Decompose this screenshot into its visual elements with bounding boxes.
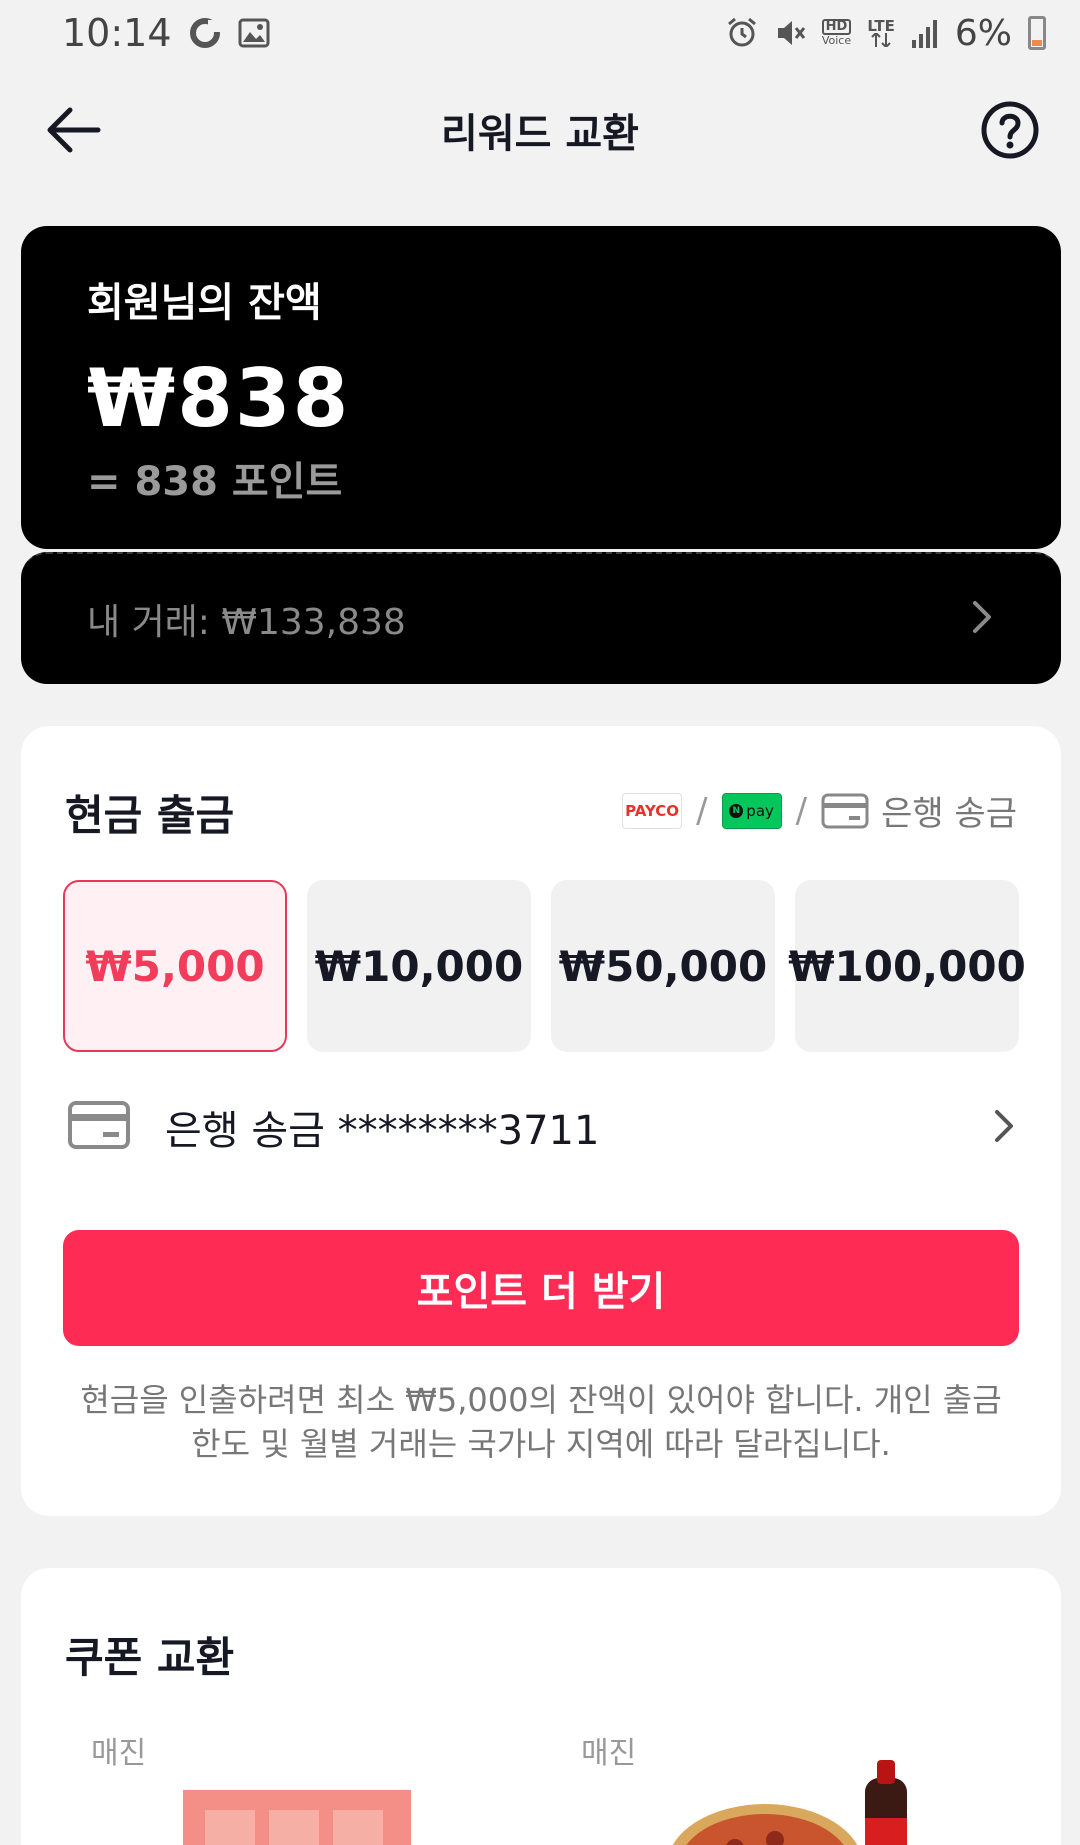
withdraw-methods: PAYCO / Npay / 은행 송금 <box>622 786 1017 835</box>
amount-option-5000[interactable]: ₩5,000 <box>63 880 287 1052</box>
sold-out-badge: 매진 <box>91 1736 147 1771</box>
balance-points: = 838 포인트 <box>87 459 343 505</box>
npay-logo: Npay <box>721 792 782 829</box>
bank-transfer-method: 은행 송금 <box>821 786 1017 835</box>
amount-options: ₩5,000 ₩10,000 ₩50,000 ₩100,000 <box>63 880 1026 1052</box>
chevron-right-icon <box>993 1108 1017 1148</box>
balance-label: 회원님의 잔액 <box>87 280 322 326</box>
transactions-label: 내 거래: ₩133,838 <box>87 602 406 643</box>
battery-percent: 6% <box>954 12 1012 54</box>
alarm-icon <box>726 17 758 49</box>
bank-card-icon <box>67 1100 131 1154</box>
sync-icon <box>188 16 222 50</box>
pizza-coupon-image[interactable] <box>665 1748 925 1845</box>
help-icon[interactable] <box>980 100 1040 160</box>
amount-option-50000[interactable]: ₩50,000 <box>551 880 775 1052</box>
amount-option-100000[interactable]: ₩100,000 <box>788 880 1026 1052</box>
status-time: 10:14 <box>62 11 172 55</box>
signal-icon <box>911 18 939 48</box>
balance-card: 회원님의 잔액 ₩838 = 838 포인트 <box>21 226 1061 549</box>
bank-transfer-label: 은행 송금 <box>881 794 1017 834</box>
lte-icon: LTE <box>867 19 895 47</box>
battery-icon <box>1028 16 1046 50</box>
chevron-right-icon <box>971 599 995 639</box>
coupon-exchange-card: 쿠폰 교환 매진 매진 <box>21 1568 1061 1845</box>
balance-amount: ₩838 <box>87 352 351 445</box>
cash-withdraw-title: 현금 출금 <box>65 791 235 840</box>
movie-ticket-image[interactable] <box>183 1790 411 1845</box>
bank-card-icon <box>821 793 869 828</box>
withdraw-notice: 현금을 인출하려면 최소 ₩5,000의 잔액이 있어야 합니다. 개인 출금 … <box>80 1381 1002 1463</box>
bank-account-label: 은행 송금 ********3711 <box>165 1108 600 1154</box>
cash-withdraw-card: 현금 출금 PAYCO / Npay / 은행 송금 ₩5,000 ₩10,00… <box>21 726 1061 1516</box>
hd-voice-icon: HD Voice <box>821 19 852 47</box>
amount-option-10000[interactable]: ₩10,000 <box>307 880 531 1052</box>
get-more-points-button[interactable]: 포인트 더 받기 <box>63 1230 1019 1346</box>
coupon-exchange-title: 쿠폰 교환 <box>65 1633 235 1682</box>
payco-logo: PAYCO <box>622 792 683 829</box>
transactions-row[interactable]: 내 거래: ₩133,838 <box>21 552 1061 684</box>
gallery-icon <box>238 18 270 48</box>
status-bar: 10:14 HD Voice LTE 6% <box>0 0 1080 66</box>
mute-icon <box>774 17 806 49</box>
bank-account-row[interactable]: 은행 송금 ********3711 <box>67 1092 1017 1162</box>
app-header: 리워드 교환 <box>0 80 1080 180</box>
back-arrow-icon[interactable] <box>44 102 104 158</box>
sold-out-badge: 매진 <box>581 1736 637 1771</box>
page-title: 리워드 교환 <box>441 111 639 157</box>
